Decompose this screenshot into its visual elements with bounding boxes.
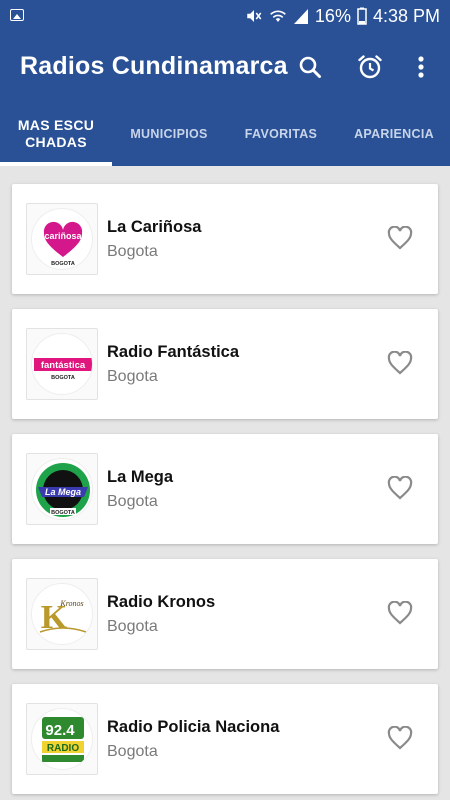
- station-city: Bogota: [107, 368, 158, 385]
- station-name: Radio Policia Naciona: [107, 718, 280, 736]
- station-logo: fantástica BOGOTA: [26, 328, 98, 400]
- kronos-logo: K Kronos: [39, 599, 87, 636]
- station-logo: La Mega BOGOTA: [26, 453, 98, 525]
- search-icon: [299, 56, 321, 78]
- carinosa-logo: cariñosa BOGOTA: [43, 221, 82, 267]
- station-city: Bogota: [107, 493, 158, 510]
- logo-text: La Mega: [45, 487, 81, 497]
- wifi-icon: [270, 10, 286, 22]
- logo-text: Kronos: [59, 599, 83, 608]
- heart-outline-icon: [387, 476, 413, 500]
- station-card[interactable]: fantástica BOGOTA Radio Fantástica Bogot…: [12, 309, 438, 419]
- station-name: Radio Fantástica: [107, 343, 240, 361]
- status-bar: 16% 4:38 PM: [0, 0, 450, 32]
- station-card[interactable]: cariñosa BOGOTA La Cariñosa Bogota: [12, 184, 438, 294]
- alarm-button[interactable]: [355, 52, 385, 82]
- heart-outline-icon: [387, 226, 413, 250]
- station-city: Bogota: [107, 243, 158, 260]
- app-title: Radios Cundinamarca: [20, 52, 288, 80]
- station-card[interactable]: K Kronos Radio Kronos Bogota: [12, 559, 438, 669]
- logo-subtext: BOGOTA: [51, 375, 75, 381]
- station-city: Bogota: [107, 618, 158, 635]
- tab-mas-escuchadas[interactable]: MAS ESCU CHADAS: [0, 102, 112, 166]
- favorite-button[interactable]: [386, 349, 414, 377]
- mute-icon: [247, 10, 262, 22]
- favorite-button[interactable]: [386, 599, 414, 627]
- station-name: Radio Kronos: [107, 593, 216, 611]
- app-bar: Radios Cundinamarca: [0, 32, 450, 102]
- search-button[interactable]: [295, 52, 325, 82]
- battery-icon: [357, 7, 367, 25]
- la-mega-logo: La Mega BOGOTA: [36, 463, 90, 517]
- policia-radio-logo: 92.4 RADIO: [42, 717, 84, 762]
- favorite-button[interactable]: [386, 224, 414, 252]
- clock: 4:38 PM: [372, 5, 440, 26]
- logo-subtext: BOGOTA: [51, 510, 75, 516]
- more-vert-icon: [418, 56, 424, 78]
- station-name: La Mega: [107, 468, 174, 486]
- logo-text: cariñosa: [44, 231, 82, 241]
- battery-percent: 16%: [314, 5, 351, 26]
- logo-text: 92.4: [45, 722, 75, 739]
- heart-outline-icon: [387, 726, 413, 750]
- alarm-clock-icon: [358, 55, 382, 79]
- station-card[interactable]: 92.4 RADIO Radio Policia Naciona Bogota: [12, 684, 438, 794]
- status-indicators: 16% 4:38 PM: [245, 4, 440, 28]
- logo-text: fantástica: [41, 360, 86, 371]
- logo-subtext: RADIO: [47, 743, 79, 754]
- image-notification-icon: [10, 9, 24, 21]
- station-city: Bogota: [107, 743, 158, 760]
- tab-apariencia[interactable]: APARIENCIA: [342, 102, 446, 166]
- tab-municipios[interactable]: MUNICIPIOS: [118, 102, 220, 166]
- fantastica-logo: fantástica BOGOTA: [34, 358, 92, 381]
- station-name: La Cariñosa: [107, 218, 202, 236]
- tab-favoritas[interactable]: FAVORITAS: [232, 102, 330, 166]
- favorite-button[interactable]: [386, 474, 414, 502]
- station-logo: 92.4 RADIO: [26, 703, 98, 775]
- station-logo: cariñosa BOGOTA: [26, 203, 98, 275]
- station-list[interactable]: cariñosa BOGOTA La Cariñosa Bogota fantá…: [0, 166, 450, 800]
- logo-subtext: BOGOTA: [51, 261, 75, 267]
- station-logo: K Kronos: [26, 578, 98, 650]
- station-card[interactable]: La Mega BOGOTA La Mega Bogota: [12, 434, 438, 544]
- signal-icon: [293, 9, 308, 24]
- favorite-button[interactable]: [386, 724, 414, 752]
- heart-outline-icon: [387, 351, 413, 375]
- tab-bar: MAS ESCU CHADAS MUNICIPIOS FAVORITAS APA…: [0, 102, 450, 166]
- heart-outline-icon: [387, 601, 413, 625]
- overflow-menu-button[interactable]: [406, 52, 436, 82]
